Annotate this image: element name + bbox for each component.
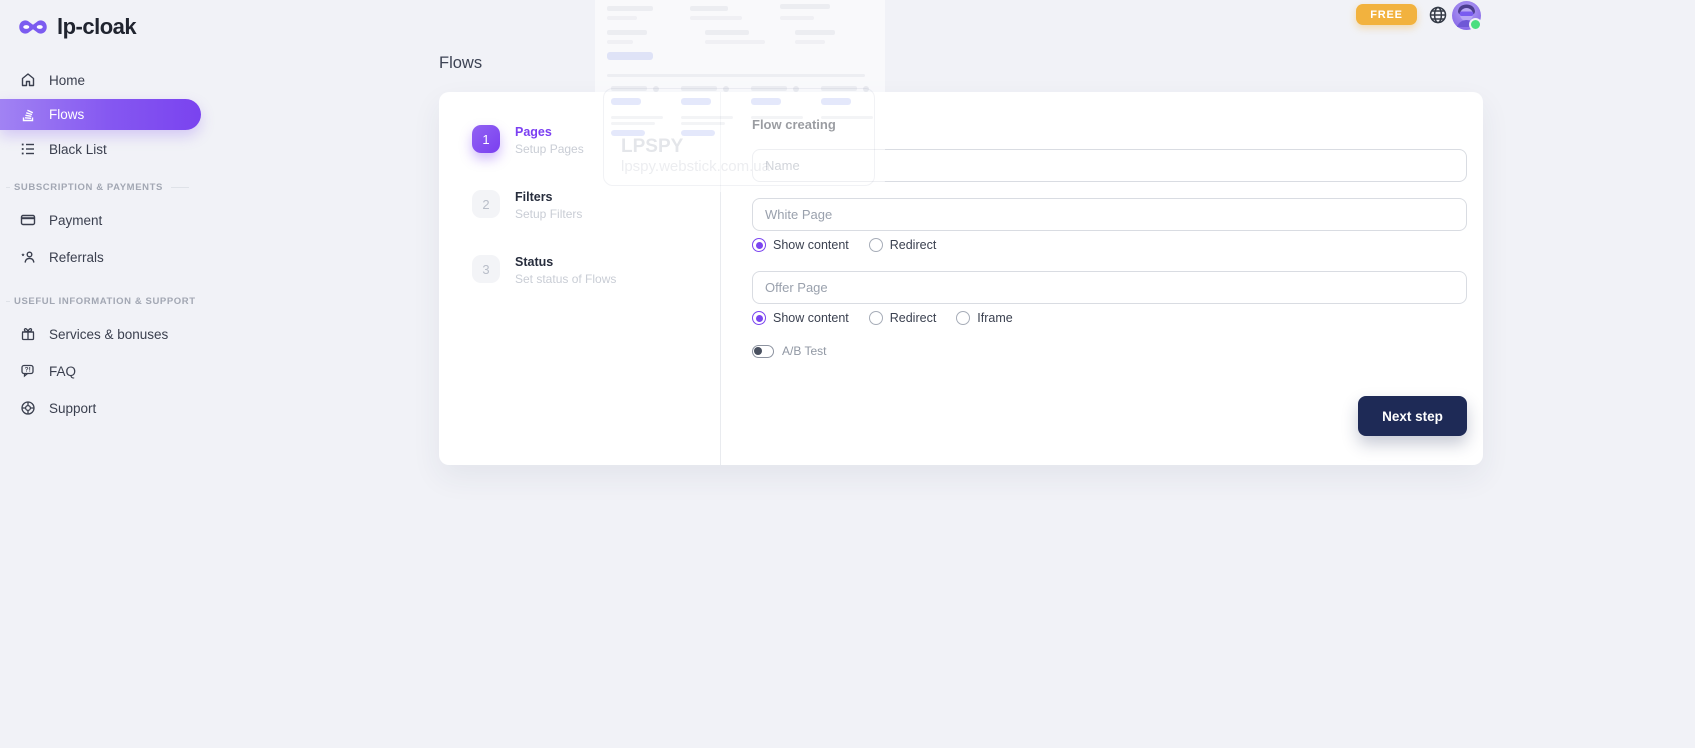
step-subtitle: Setup Filters [515, 207, 582, 221]
mask-logo-icon [18, 18, 48, 36]
credit-card-icon [19, 212, 36, 229]
svg-text:?!: ?! [24, 367, 30, 374]
faq-bubble-icon: ?! [19, 363, 36, 380]
plan-badge-free[interactable]: FREE [1356, 4, 1417, 25]
step-pages[interactable]: 1 Pages Setup Pages [472, 125, 720, 156]
step-status[interactable]: 3 Status Set status of Flows [472, 255, 720, 286]
step-subtitle: Setup Pages [515, 142, 584, 156]
online-status-dot [1469, 18, 1482, 31]
sidebar-item-payment[interactable]: Payment [0, 205, 197, 235]
page-title: Flows [439, 54, 482, 73]
radio-unselected-icon[interactable] [956, 311, 970, 325]
white-page-mode-group: Show content Redirect [752, 238, 1467, 252]
sidebar-item-label: Flows [49, 107, 84, 122]
user-avatar[interactable] [1452, 1, 1481, 30]
toggle-knob [754, 347, 762, 355]
name-input[interactable] [752, 149, 1467, 182]
app-name: lp-cloak [57, 14, 136, 40]
globe-icon[interactable] [1428, 5, 1448, 25]
offer-iframe-option[interactable]: Iframe [956, 311, 1012, 325]
sidebar-item-flows[interactable]: Flows [0, 99, 201, 130]
sidebar-item-label: Black List [49, 142, 107, 157]
sidebar-item-label: FAQ [49, 364, 76, 379]
white-redirect-option[interactable]: Redirect [869, 238, 937, 252]
flow-creating-form: Flow creating Show content Redirect Show… [752, 117, 1467, 436]
sidebar-section-support: USEFUL INFORMATION & SUPPORT [6, 296, 189, 307]
white-page-input[interactable] [752, 198, 1467, 231]
sidebar-item-label: Services & bonuses [49, 327, 168, 342]
sidebar-item-services-bonuses[interactable]: Services & bonuses [0, 319, 197, 349]
sidebar-item-black-list[interactable]: Black List [0, 134, 197, 164]
app-logo[interactable]: lp-cloak [0, 0, 197, 42]
sidebar-item-label: Referrals [49, 250, 104, 265]
ab-test-label[interactable]: A/B Test [782, 344, 826, 358]
sidebar-item-support[interactable]: Support [0, 393, 197, 423]
step-title: Filters [515, 190, 582, 205]
radio-unselected-icon[interactable] [869, 238, 883, 252]
sidebar-item-label: Payment [49, 213, 102, 228]
wizard-stepper: 1 Pages Setup Pages 2 Filters Setup Filt… [439, 92, 721, 465]
offer-redirect-option[interactable]: Redirect [869, 311, 937, 325]
step-number-badge: 2 [472, 190, 500, 218]
step-filters[interactable]: 2 Filters Setup Filters [472, 190, 720, 221]
step-title: Pages [515, 125, 584, 140]
support-icon [19, 400, 36, 417]
form-title: Flow creating [752, 117, 1467, 132]
step-subtitle: Set status of Flows [515, 272, 616, 286]
sidebar: lp-cloak Home Flows [0, 0, 197, 748]
step-title: Status [515, 255, 616, 270]
step-number-badge: 3 [472, 255, 500, 283]
radio-unselected-icon[interactable] [869, 311, 883, 325]
sidebar-item-label: Support [49, 401, 96, 416]
home-icon [19, 72, 36, 89]
offer-page-mode-group: Show content Redirect Iframe [752, 311, 1467, 325]
sidebar-item-referrals[interactable]: Referrals [0, 242, 197, 272]
sidebar-section-subscription: SUBSCRIPTION & PAYMENTS [6, 182, 189, 193]
step-number-badge: 1 [472, 125, 500, 153]
flow-creating-card: 1 Pages Setup Pages 2 Filters Setup Filt… [439, 92, 1483, 465]
sidebar-item-label: Home [49, 73, 85, 88]
flows-icon [19, 106, 36, 123]
radio-selected-icon[interactable] [752, 238, 766, 252]
sidebar-item-faq[interactable]: ?! FAQ [0, 356, 197, 386]
list-icon [19, 141, 36, 158]
ab-test-toggle[interactable] [752, 345, 774, 358]
white-show-content-option[interactable]: Show content [752, 238, 849, 252]
offer-show-content-option[interactable]: Show content [752, 311, 849, 325]
offer-page-input[interactable] [752, 271, 1467, 304]
gift-icon [19, 326, 36, 343]
referral-user-icon [19, 249, 36, 266]
radio-selected-icon[interactable] [752, 311, 766, 325]
sidebar-item-home[interactable]: Home [0, 65, 197, 95]
next-step-button[interactable]: Next step [1358, 396, 1467, 436]
ab-test-row: A/B Test [752, 344, 1467, 358]
